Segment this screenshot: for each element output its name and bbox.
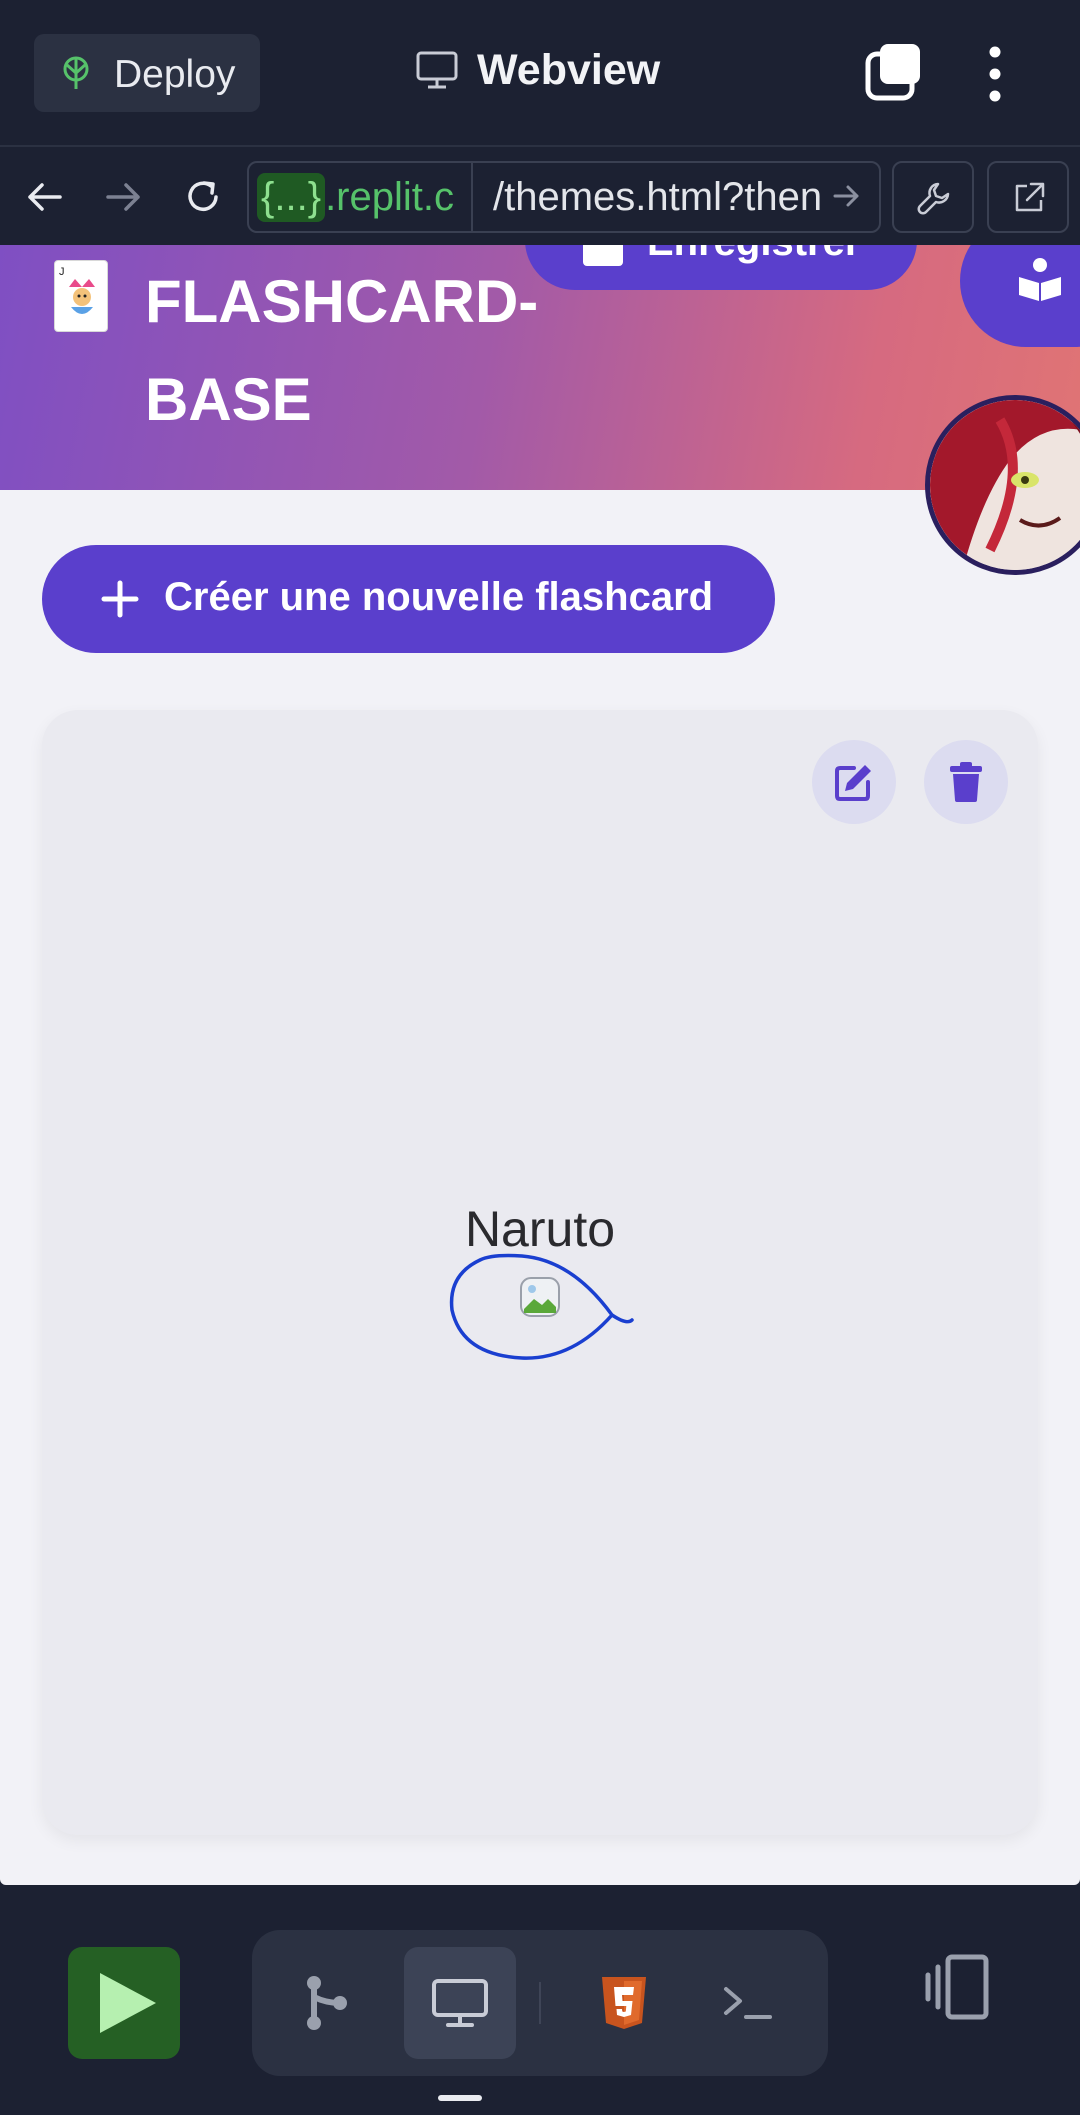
git-tool[interactable]	[270, 1947, 382, 2059]
reload-icon[interactable]	[180, 174, 226, 220]
lock-icon	[583, 245, 623, 266]
url-field[interactable]: {...} .replit.c /themes.html?then	[247, 161, 881, 233]
study-mode-button[interactable]	[960, 245, 1080, 347]
shell-tool[interactable]	[692, 1947, 804, 2059]
play-icon	[100, 1973, 156, 2033]
open-external-button[interactable]	[987, 161, 1069, 233]
tabs-icon[interactable]	[862, 40, 926, 104]
url-path: /themes.html?then	[471, 163, 879, 231]
plus-icon	[101, 580, 139, 618]
site-header: J FLASHCARD- BASE Enregistrer	[0, 245, 1080, 490]
home-indicator	[438, 2095, 482, 2101]
html-tool[interactable]	[568, 1947, 680, 2059]
bottom-bar	[0, 1885, 1080, 2115]
git-icon	[307, 1976, 347, 2030]
url-bar: {...} .replit.c /themes.html?then	[0, 145, 1080, 245]
site-title: FLASHCARD- BASE	[145, 253, 565, 449]
edit-icon	[835, 765, 871, 801]
edit-button[interactable]	[812, 740, 896, 824]
site-title-line1: FLASHCARD-	[145, 268, 539, 335]
monitor-icon	[416, 51, 458, 89]
terminal-icon	[724, 1987, 772, 2019]
monitor-icon	[432, 1979, 488, 2027]
webview-title: Webview	[415, 40, 660, 100]
site-title-line2: BASE	[145, 366, 312, 433]
url-go-icon[interactable]	[831, 181, 861, 211]
webview-tool[interactable]	[404, 1947, 516, 2059]
svg-text:J: J	[59, 266, 65, 278]
url-host: {...} .replit.c	[249, 163, 469, 231]
deploy-icon	[63, 56, 89, 89]
tool-separator	[539, 1982, 541, 2024]
flashcard[interactable]: Naruto	[42, 710, 1038, 1835]
create-flashcard-label: Créer une nouvelle flashcard	[164, 575, 714, 619]
wrench-icon	[917, 182, 950, 215]
top-bar: Deploy Webview	[0, 0, 1080, 145]
forward-icon[interactable]	[100, 174, 146, 220]
deploy-button[interactable]: Deploy	[34, 34, 260, 112]
url-host-suffix: .replit.c	[325, 174, 454, 219]
save-label: Enregistrer	[647, 245, 860, 265]
book-reader-icon	[1019, 258, 1061, 301]
run-button[interactable]	[68, 1947, 180, 2059]
tool-switcher	[252, 1930, 828, 2076]
url-host-braces: {...}	[257, 172, 326, 222]
webview-label: Webview	[477, 45, 661, 94]
trash-icon	[950, 762, 982, 802]
logo-joker-card-icon: J	[54, 260, 108, 332]
devtools-button[interactable]	[892, 161, 974, 233]
save-button[interactable]: Enregistrer	[525, 245, 917, 290]
back-icon[interactable]	[22, 174, 68, 220]
delete-button[interactable]	[924, 740, 1008, 824]
external-link-icon	[1015, 182, 1045, 212]
create-flashcard-button[interactable]: Créer une nouvelle flashcard	[42, 545, 775, 653]
html5-icon	[602, 1977, 646, 2029]
layout-icon[interactable]	[918, 1947, 998, 2027]
deploy-label: Deploy	[114, 53, 236, 96]
hand-drawn-circle-annotation	[449, 1253, 634, 1360]
more-vertical-icon[interactable]	[975, 44, 1015, 104]
webview-content: J FLASHCARD- BASE Enregistrer	[0, 245, 1080, 1885]
